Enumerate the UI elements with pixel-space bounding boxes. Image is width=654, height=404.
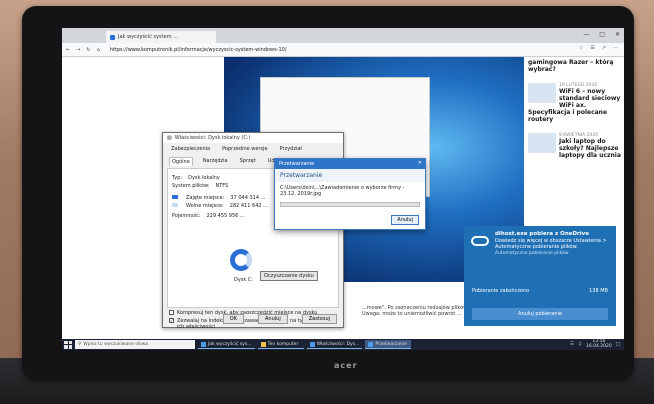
processing-icon xyxy=(368,341,374,347)
task-label: Jak wyczyścić sys... xyxy=(208,341,252,347)
laptop-screen: Jak wyczyścić system ... — □ ✕ ← → ↻ ⌂ h… xyxy=(62,28,624,350)
dialog-title: Właściwości: Dysk lokalny (C:) xyxy=(174,135,251,141)
download-size: 138 MB xyxy=(589,288,608,294)
folder-icon xyxy=(260,341,266,347)
favorite-star-icon[interactable]: ☆ xyxy=(579,45,583,51)
capacity-label: Pojemność: xyxy=(172,213,201,219)
home-icon[interactable]: ⌂ xyxy=(97,47,100,53)
cloud-icon xyxy=(471,236,489,246)
address-bar: ← → ↻ ⌂ https://www.komputronik.pl/infor… xyxy=(62,43,624,57)
taskbar-app-processing[interactable]: Przetwarzanie xyxy=(365,340,412,349)
edge-icon xyxy=(201,341,206,347)
drive-label: Dysk C: xyxy=(234,277,254,283)
drive-icon xyxy=(309,341,315,347)
sidebar-article[interactable]: 19 LUTEGO 2020 WiFi 6 – nowy standard si… xyxy=(526,81,624,125)
tab-quota[interactable]: Przydział xyxy=(278,145,304,153)
processing-title: Przetwarzanie xyxy=(279,161,315,167)
type-label: Typ: xyxy=(172,175,183,181)
free-value: 282 411 642 ... xyxy=(229,203,268,209)
dialog-titlebar: ▧ Właściwości: Dysk lokalny (C:) xyxy=(163,133,343,143)
processing-cancel-button[interactable]: Anuluj xyxy=(391,215,419,225)
task-label: Właściwości: Dys... xyxy=(316,341,360,347)
share-icon[interactable]: ↗ xyxy=(602,45,606,51)
processing-heading: Przetwarzanie xyxy=(275,169,425,182)
close-icon[interactable]: ✕ xyxy=(615,31,620,38)
drive-icon: ▧ xyxy=(167,135,172,141)
taskbar-app-browser[interactable]: Jak wyczyścić sys... xyxy=(198,340,255,349)
disk-usage-donut xyxy=(230,249,252,271)
refresh-icon[interactable]: ↻ xyxy=(86,47,90,53)
site-favicon-icon xyxy=(110,34,115,40)
compress-checkbox[interactable] xyxy=(169,310,174,315)
windows-start-icon[interactable] xyxy=(64,340,72,349)
tab-previous-versions[interactable]: Poprzednie wersje xyxy=(220,145,270,153)
onedrive-notification[interactable]: dlhost.exe pobiera z OneDrive Dowiedz si… xyxy=(464,226,616,326)
processing-progress-bar xyxy=(280,202,420,207)
taskbar-app-this-pc[interactable]: Ten komputer xyxy=(257,340,304,349)
sidebar-article[interactable]: 9 KWIETNIA 2020 Jaki laptop do szkoły? N… xyxy=(526,131,624,161)
more-icon[interactable]: ⋯ xyxy=(613,45,618,51)
disk-cleanup-button[interactable]: Oczyszczanie dysku xyxy=(260,271,318,281)
index-checkbox[interactable]: ✓ xyxy=(169,318,174,323)
used-label: Zajęte miejsce: xyxy=(186,195,225,201)
processing-dialog: Przetwarzanie ✕ Przetwarzanie C:\Users\d… xyxy=(274,158,426,230)
system-tray: ☰ ♫ 13:56 16.04.2020 □ xyxy=(570,339,624,349)
url-field[interactable]: https://www.komputronik.pl/informacje/wy… xyxy=(110,47,287,53)
cancel-download-button[interactable]: Anuluj pobieranie xyxy=(472,308,608,320)
notification-title: dlhost.exe pobiera z OneDrive xyxy=(495,231,589,237)
processing-titlebar: Przetwarzanie ✕ xyxy=(275,159,425,169)
filesystem-label: System plików: xyxy=(172,183,210,189)
browser-toolbar: ☆ ☰ ↗ ⋯ xyxy=(579,45,618,51)
dialog-tabs-top: Zabezpieczenia Poprzednie wersje Przydzi… xyxy=(163,143,343,155)
related-articles-sidebar: gamingowa Razer – którą wybrać? 19 LUTEG… xyxy=(526,57,624,247)
brand-logo: acer xyxy=(334,361,358,370)
taskbar-search[interactable]: ⚲ Wpisz tu wyszukiwane słowa xyxy=(75,340,195,349)
used-value: 37 044 314 ... xyxy=(230,195,266,201)
sidebar-article[interactable]: gamingowa Razer – którą wybrać? xyxy=(526,57,624,75)
clock[interactable]: 13:56 16.04.2020 xyxy=(585,339,612,349)
notification-subtext: Automatyczne pobieranie plików xyxy=(495,251,569,256)
taskbar-app-properties[interactable]: Właściwości: Dys... xyxy=(306,340,363,349)
capacity-value: 229 455 956 ... xyxy=(206,213,245,219)
tab-tools[interactable]: Narzędzia xyxy=(201,157,230,166)
minimize-icon[interactable]: — xyxy=(583,31,589,38)
article-thumbnail xyxy=(528,133,556,153)
apply-button[interactable]: Zastosuj xyxy=(301,314,337,324)
dialog-buttons: OK Anuluj Zastosuj xyxy=(222,314,337,324)
tab-general[interactable]: Ogólne xyxy=(169,157,193,166)
notifications-icon[interactable]: □ xyxy=(616,342,620,347)
notification-message: Dowiedz się więcej w obszarze Ustawienia… xyxy=(495,238,607,250)
maximize-icon[interactable]: □ xyxy=(599,31,605,38)
free-label: Wolne miejsce: xyxy=(186,203,224,209)
filesystem-value: NTFS xyxy=(215,183,229,189)
search-icon: ⚲ xyxy=(78,342,82,347)
download-status: Pobieranie zakończono xyxy=(472,288,530,294)
used-swatch-icon xyxy=(172,195,178,199)
taskbar: ⚲ Wpisz tu wyszukiwane słowa Jak wyczyśc… xyxy=(62,339,624,350)
forward-icon[interactable]: → xyxy=(76,47,80,53)
download-status-row: Pobieranie zakończono 138 MB xyxy=(472,288,608,294)
cancel-button[interactable]: Anuluj xyxy=(258,314,288,324)
tab-title: Jak wyczyścić system ... xyxy=(118,34,178,40)
ok-button[interactable]: OK xyxy=(222,314,244,324)
volume-icon[interactable]: ♫ xyxy=(578,342,582,347)
tab-security[interactable]: Zabezpieczenia xyxy=(169,145,212,153)
browser-tab[interactable]: Jak wyczyścić system ... xyxy=(106,31,216,43)
tab-hardware[interactable]: Sprzęt xyxy=(238,157,258,166)
type-value: Dysk lokalny xyxy=(188,175,220,181)
close-icon[interactable]: ✕ xyxy=(418,160,422,166)
back-icon[interactable]: ← xyxy=(66,47,70,53)
reading-list-icon[interactable]: ☰ xyxy=(590,45,594,51)
task-label: Ten komputer xyxy=(267,341,299,347)
article-title: gamingowa Razer – którą wybrać? xyxy=(528,59,614,73)
window-controls: — □ ✕ xyxy=(583,31,620,38)
clock-date: 16.04.2020 xyxy=(585,343,612,349)
processing-file-path: C:\Users\dsin\...\Zawiadomienie o wyborz… xyxy=(280,185,405,197)
task-label: Przetwarzanie xyxy=(375,341,408,347)
network-icon[interactable]: ☰ xyxy=(570,342,574,347)
search-placeholder: Wpisz tu wyszukiwane słowa xyxy=(83,342,149,347)
browser-tabstrip: Jak wyczyścić system ... — □ ✕ xyxy=(62,28,624,43)
article-thumbnail xyxy=(528,83,556,103)
free-swatch-icon xyxy=(172,203,178,207)
